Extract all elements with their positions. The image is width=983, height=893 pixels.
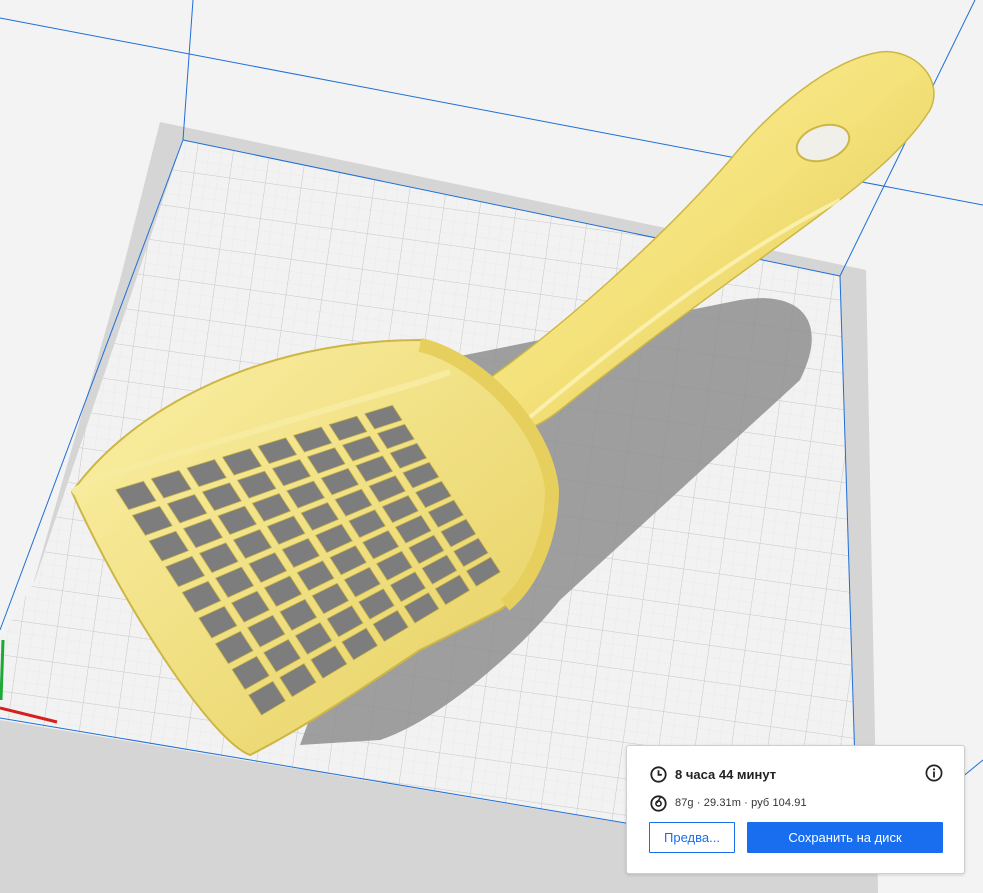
save-to-disk-button[interactable]: Сохранить на диск bbox=[747, 822, 943, 853]
info-icon[interactable] bbox=[925, 764, 943, 782]
spool-icon bbox=[649, 794, 667, 812]
print-time-row: 8 часа 44 минут bbox=[649, 765, 776, 783]
y-axis-indicator bbox=[0, 639, 5, 701]
material-usage-label: 87g · 29.31m · руб 104.91 bbox=[675, 797, 807, 809]
preview-button[interactable]: Предва... bbox=[649, 822, 735, 853]
print-time-label: 8 часа 44 минут bbox=[675, 766, 777, 782]
print-info-panel: 8 часа 44 минут 87g · 29.31m · руб 104.9… bbox=[626, 745, 965, 874]
clock-icon bbox=[649, 765, 667, 783]
material-row: 87g · 29.31m · руб 104.91 bbox=[649, 794, 807, 812]
